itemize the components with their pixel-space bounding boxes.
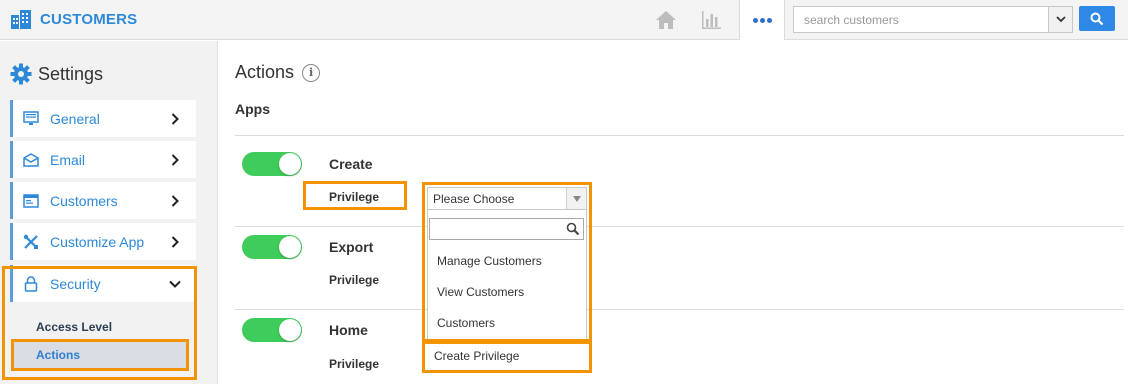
page-title: Actions i xyxy=(235,62,321,83)
envelope-icon xyxy=(22,151,40,169)
gear-icon xyxy=(10,63,32,85)
sidebar-item-label: Email xyxy=(50,151,86,168)
settings-header: Settings xyxy=(10,63,103,85)
search-button[interactable] xyxy=(1079,6,1115,31)
tools-icon xyxy=(22,233,40,251)
sidebar-item-label: Security xyxy=(50,275,101,292)
search-icon xyxy=(566,222,580,236)
sidebar-item-general[interactable]: General xyxy=(10,100,196,137)
chevron-down-icon xyxy=(168,277,182,291)
window-icon xyxy=(22,192,40,210)
building-icon xyxy=(11,10,31,29)
search-input[interactable] xyxy=(794,7,1048,32)
dropdown-option[interactable]: Customers xyxy=(437,316,495,330)
monitor-icon xyxy=(22,110,40,128)
triangle-down-icon xyxy=(566,188,586,209)
chevron-down-icon xyxy=(1055,16,1066,23)
create-privilege-button[interactable]: Create Privilege xyxy=(427,344,587,368)
search-filter-dropdown[interactable] xyxy=(1048,7,1072,32)
top-bar: CUSTOMERS xyxy=(0,0,1128,40)
sidebar-item-customers[interactable]: Customers xyxy=(10,182,196,219)
chevron-right-icon xyxy=(168,194,182,208)
toggle-export[interactable] xyxy=(242,235,302,259)
sidebar: Settings General Email Customers Customi… xyxy=(0,41,218,384)
sidebar-item-label: Customize App xyxy=(50,233,145,250)
brand[interactable]: CUSTOMERS xyxy=(10,8,137,30)
section-title: Apps xyxy=(235,101,270,117)
select-value: Please Choose xyxy=(433,192,515,206)
action-name: Create xyxy=(329,156,373,172)
settings-title: Settings xyxy=(38,63,104,84)
app-title: CUSTOMERS xyxy=(40,10,138,28)
sidebar-item-security[interactable]: Security xyxy=(10,265,196,302)
chevron-right-icon xyxy=(168,235,182,249)
info-icon[interactable]: i xyxy=(302,63,321,82)
dropdown-option[interactable]: View Customers xyxy=(437,285,524,299)
action-name: Export xyxy=(329,239,374,255)
divider xyxy=(235,309,1124,310)
chevron-right-icon xyxy=(168,112,182,126)
sidebar-item-label: General xyxy=(50,110,100,127)
search-box xyxy=(793,6,1073,33)
divider xyxy=(235,135,1124,136)
privilege-label: Privilege xyxy=(329,357,380,371)
dropdown-search-input[interactable] xyxy=(429,218,584,240)
privilege-select[interactable]: Please Choose xyxy=(427,187,587,210)
sidebar-item-label: Customers xyxy=(50,192,118,209)
chevron-right-icon xyxy=(168,153,182,167)
privilege-label: Privilege xyxy=(329,273,380,287)
sidebar-subitem-access-level[interactable]: Access Level xyxy=(36,320,112,334)
more-menu-button[interactable] xyxy=(739,0,785,40)
dropdown-option[interactable]: Manage Customers xyxy=(437,254,542,268)
sidebar-subitem-actions[interactable]: Actions xyxy=(36,348,80,362)
toggle-home[interactable] xyxy=(242,318,302,342)
search-icon xyxy=(1090,12,1104,25)
lock-icon xyxy=(22,275,40,293)
privilege-label: Privilege xyxy=(329,190,380,204)
divider xyxy=(235,226,1124,227)
action-name: Home xyxy=(329,322,368,338)
more-dots-icon xyxy=(752,17,758,23)
toggle-create[interactable] xyxy=(242,152,302,176)
bar-chart-icon[interactable] xyxy=(699,8,723,32)
sidebar-item-customize-app[interactable]: Customize App xyxy=(10,223,196,260)
sidebar-item-email[interactable]: Email xyxy=(10,141,196,178)
home-icon[interactable] xyxy=(654,8,678,32)
